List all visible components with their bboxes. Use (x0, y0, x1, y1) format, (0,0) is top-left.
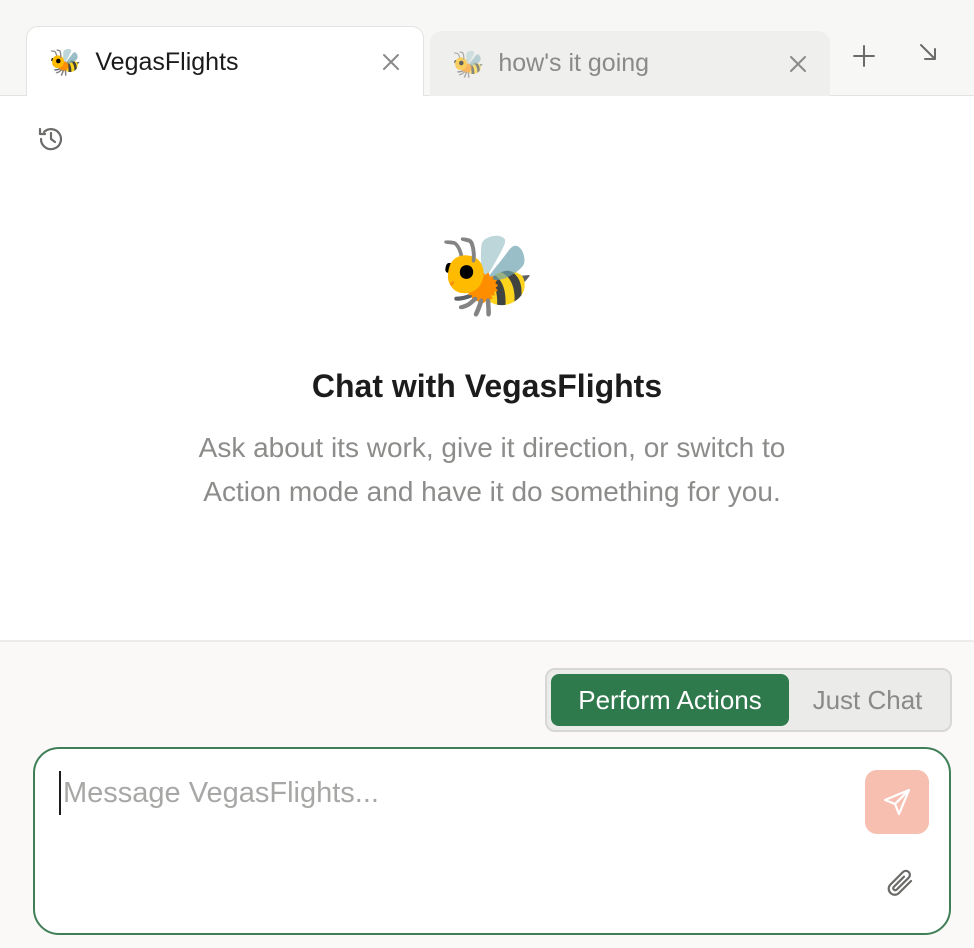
hero: 🐝 (0, 236, 974, 314)
tab-hows-it-going[interactable]: 🐝 how's it going (430, 31, 830, 96)
close-icon[interactable] (371, 42, 411, 82)
arrow-down-right-icon[interactable] (908, 32, 948, 72)
close-icon[interactable] (778, 44, 818, 84)
bee-icon: 🐝 (438, 231, 536, 319)
message-input[interactable] (59, 771, 839, 815)
send-icon (883, 788, 911, 816)
bee-icon: 🐝 (49, 47, 82, 77)
tab-title: how's it going (498, 49, 650, 77)
just-chat-button[interactable]: Just Chat (789, 674, 946, 726)
history-icon[interactable] (30, 118, 72, 160)
bee-icon: 🐝 (452, 48, 485, 79)
page-title: Chat with VegasFlights (311, 368, 663, 404)
send-button[interactable] (865, 770, 929, 834)
plus-icon[interactable] (844, 36, 884, 76)
composer-area: Perform Actions Just Chat (0, 640, 974, 948)
paperclip-icon[interactable] (881, 861, 921, 905)
perform-actions-button[interactable]: Perform Actions (551, 674, 789, 726)
tab-bar: 🐝 VegasFlights 🐝 how's it going (0, 0, 974, 97)
mode-toggle: Perform Actions Just Chat (545, 668, 952, 732)
message-box (33, 747, 951, 935)
chat-app: 🐝 VegasFlights 🐝 how's it going 🐝 Chat w… (0, 0, 974, 948)
tab-title: VegasFlights (95, 47, 239, 76)
tab-vegasflights[interactable]: 🐝 VegasFlights (26, 26, 424, 97)
chat-main: 🐝 Chat with VegasFlights Ask about its w… (0, 96, 974, 640)
page-description: Ask about its work, give it direction, o… (198, 432, 786, 507)
